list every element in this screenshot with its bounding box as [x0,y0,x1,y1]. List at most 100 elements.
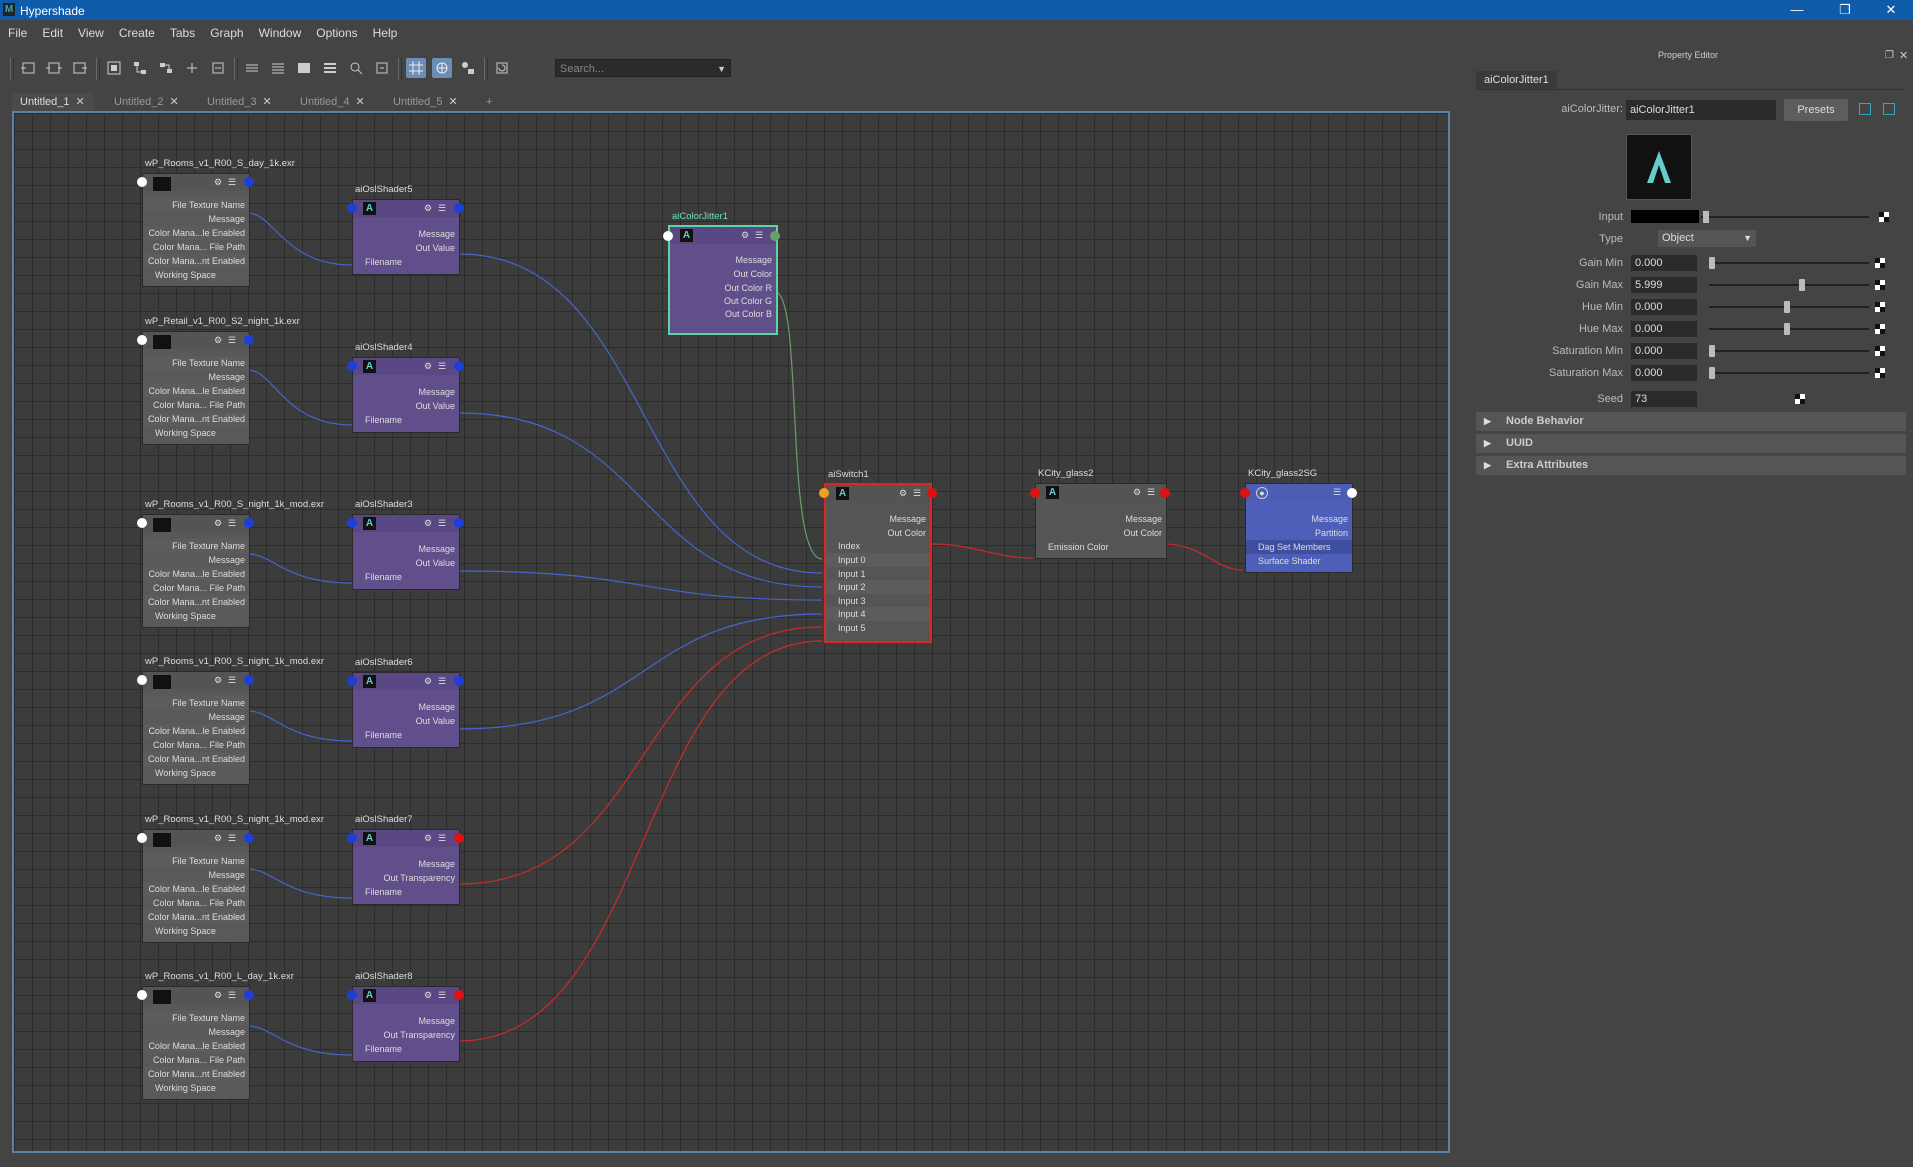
node-output-port[interactable] [244,675,254,685]
map-button-icon[interactable] [1875,368,1885,378]
node-settings-icon[interactable]: ⚙ [423,518,433,528]
attr-slider-knob[interactable] [1799,279,1805,291]
map-button-icon[interactable] [1875,346,1885,356]
minimize-icon[interactable]: — [1782,1,1812,19]
node-settings-icon[interactable]: ⚙ [213,833,223,843]
map-button-icon[interactable] [1875,258,1885,268]
tab-untitled-4[interactable]: Untitled_4 ✕ [300,93,365,111]
node-name-field[interactable]: aiColorJitter1 [1626,100,1776,120]
node-settings-icon[interactable]: ⚙ [213,177,223,187]
node-input-port[interactable] [137,833,147,843]
rearrange-graph-icon[interactable] [156,58,176,78]
node-output-port[interactable] [454,990,464,1000]
type-dropdown[interactable]: Object ▼ [1658,230,1756,247]
dependency-graph-icon[interactable] [458,58,478,78]
node-settings-icon[interactable]: ⚙ [213,335,223,345]
node-settings-icon[interactable]: ⚙ [213,675,223,685]
menu-window[interactable]: Window [251,24,309,40]
node-menu-icon[interactable]: ☰ [227,177,237,187]
tab-untitled-5[interactable]: Untitled_5 ✕ [393,93,458,111]
node-output-port[interactable] [244,990,254,1000]
node-menu-icon[interactable]: ☰ [437,518,447,528]
attr-value-field[interactable]: 0.000 [1631,365,1697,381]
float-panel-icon[interactable]: ❐ [1885,50,1894,61]
node-menu-icon[interactable]: ☰ [1146,487,1156,497]
node-input-port[interactable] [137,335,147,345]
color-jitter-node[interactable]: aiColorJitter1 A ⚙ ☰ Message Out Color Out… [668,211,778,335]
node-settings-icon[interactable]: ⚙ [423,833,433,843]
custom-mode-icon[interactable] [320,58,340,78]
shading-group-node[interactable]: KCity_glass2SG ● ☰ Message Partition Dag … [1245,468,1353,573]
node-output-port[interactable] [454,361,464,371]
node-menu-icon[interactable]: ☰ [437,990,447,1000]
tab-untitled-2[interactable]: Untitled_2 ✕ [114,93,179,111]
attr-slider-track[interactable] [1709,262,1869,264]
node-menu-icon[interactable]: ☰ [437,676,447,686]
attr-value-field[interactable]: 0.000 [1631,299,1697,315]
close-tab-icon[interactable]: ✕ [263,96,272,108]
node-output-port[interactable] [927,488,937,498]
switch-node[interactable]: aiSwitch1 A ⚙ ☰ Message Out Color Index In… [824,469,932,643]
node-input-port[interactable] [347,518,357,528]
full-mode-icon[interactable] [294,58,314,78]
section-uuid[interactable]: ▶ UUID [1476,434,1906,453]
node-input-port[interactable] [1240,488,1250,498]
connected-mode-icon[interactable] [268,58,288,78]
search-dropdown-icon[interactable]: ▼ [717,60,726,78]
node-output-port[interactable] [244,518,254,528]
attr-slider-track[interactable] [1709,350,1869,352]
file-texture-node[interactable]: wP_Rooms_v1_R00_S_day_1k.exr ⚙ ☰ File Tex… [142,158,295,287]
node-settings-icon[interactable]: ⚙ [423,203,433,213]
menu-help[interactable]: Help [365,24,405,40]
tab-aicolorjitter1[interactable]: aiColorJitter1 [1476,71,1557,89]
menu-file[interactable]: File [0,24,34,40]
node-input-port[interactable] [137,518,147,528]
node-input-port[interactable] [137,990,147,1000]
focus-icon[interactable] [1859,103,1871,115]
osl-shader-node[interactable]: aiOslShader5 A ⚙ ☰ Message Out Value Filen… [352,184,460,275]
node-input-port[interactable] [347,203,357,213]
map-button-icon[interactable] [1875,280,1885,290]
osl-shader-node[interactable]: aiOslShader6 A ⚙ ☰ Message Out Value Filen… [352,657,460,748]
map-button-icon[interactable] [1875,302,1885,312]
io-connections-icon[interactable] [44,58,64,78]
layout-hierarchy-icon[interactable] [130,58,150,78]
attr-value-field[interactable]: 0.000 [1631,255,1697,271]
node-input-port[interactable] [347,833,357,843]
osl-shader-node[interactable]: aiOslShader4 A ⚙ ☰ Message Out Value Filen… [352,342,460,433]
tab-untitled-1[interactable]: Untitled_1 ✕ [12,93,94,111]
section-node-behavior[interactable]: ▶ Node Behavior [1476,412,1906,431]
remove-from-graph-icon[interactable] [208,58,228,78]
restore-icon[interactable]: ❐ [1830,1,1860,19]
refresh-icon[interactable] [492,58,512,78]
node-settings-icon[interactable]: ⚙ [423,990,433,1000]
presets-button[interactable]: Presets [1784,99,1848,121]
file-texture-node[interactable]: wP_Retail_v1_R00_S2_night_1k.exr ⚙ ☰ File… [142,316,300,445]
attr-slider-track[interactable] [1709,372,1869,374]
add-to-graph-icon[interactable] [182,58,202,78]
node-settings-icon[interactable]: ⚙ [898,488,908,498]
search-node-icon[interactable] [346,58,366,78]
input-slider-knob[interactable] [1703,211,1709,223]
node-output-port[interactable] [244,335,254,345]
map-button-icon[interactable] [1875,324,1885,334]
close-tab-icon[interactable]: ✕ [76,96,85,108]
node-output-port[interactable] [454,676,464,686]
osl-shader-node[interactable]: aiOslShader8 A ⚙ ☰ Message Out Transparenc… [352,971,460,1062]
attr-slider-knob[interactable] [1784,323,1790,335]
add-tab-button[interactable]: + [486,93,492,111]
node-menu-icon[interactable]: ☰ [1332,487,1342,497]
file-texture-node[interactable]: wP_Rooms_v1_R00_S_night_1k_mod.exr ⚙ ☰ Fi… [142,814,324,943]
input-connections-icon[interactable] [18,58,38,78]
frame-all-icon[interactable] [104,58,124,78]
input-slider-track[interactable] [1701,216,1869,218]
node-input-port[interactable] [137,177,147,187]
node-input-port[interactable] [1030,488,1040,498]
menu-options[interactable]: Options [308,24,364,40]
node-output-port[interactable] [454,833,464,843]
node-output-port[interactable] [244,833,254,843]
node-input-port[interactable] [819,488,829,498]
close-icon[interactable]: ✕ [1876,1,1906,19]
node-menu-icon[interactable]: ☰ [227,518,237,528]
copy-tab-icon[interactable] [1883,103,1895,115]
